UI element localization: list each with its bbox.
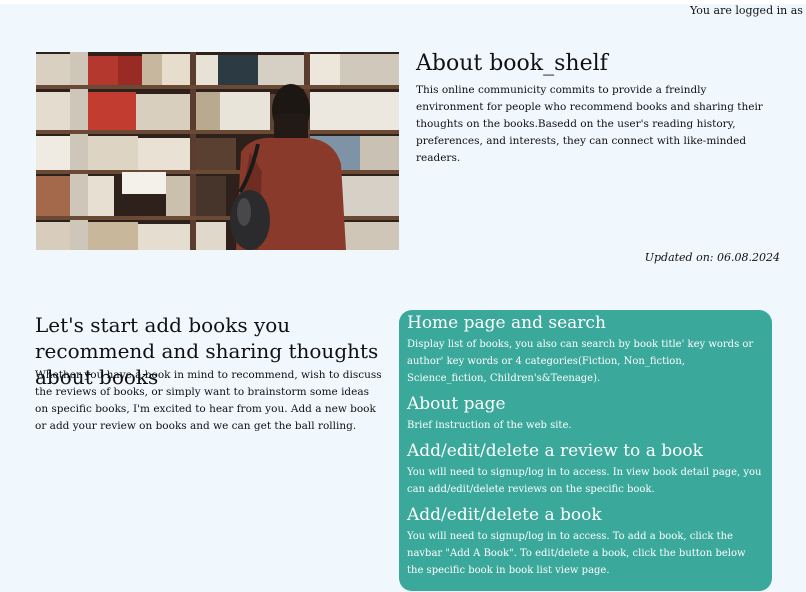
feature-title-review: Add/edit/delete a review to a book	[407, 441, 703, 461]
feature-title-about: About page	[407, 394, 506, 414]
feature-text-book: You will need to signup/log in to access…	[407, 531, 746, 576]
about-title: About book_shelf	[416, 51, 608, 76]
bookshelf-photo	[36, 52, 399, 250]
features-panel: Home page and search Display list of boo…	[399, 310, 772, 591]
login-status: You are logged in as admin	[690, 4, 806, 17]
updated-date: Updated on: 06.08.2024	[644, 251, 780, 264]
feature-text-home-search: Display list of books, you also can sear…	[407, 339, 754, 384]
feature-text-review: You will need to signup/log in to access…	[407, 467, 762, 495]
feature-title-home-search: Home page and search	[407, 313, 606, 333]
intro-description: Whether you have a book in mind to recom…	[35, 369, 382, 432]
about-description: This online communicity commits to provi…	[416, 84, 763, 164]
feature-text-about: Brief instruction of the web site.	[407, 420, 572, 431]
feature-title-book: Add/edit/delete a book	[407, 505, 602, 525]
